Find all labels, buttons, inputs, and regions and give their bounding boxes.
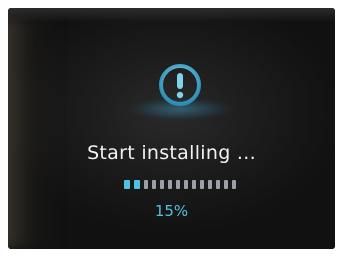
- screen-glare-top: [8, 8, 335, 22]
- progress-segment-empty: [144, 180, 148, 189]
- install-status-title: Start installing ...: [87, 142, 256, 164]
- progress-segment-empty: [224, 180, 228, 189]
- progress-segment-empty: [176, 180, 180, 189]
- exclamation-circle-icon: [158, 63, 202, 107]
- progress-segment-filled: [134, 180, 140, 189]
- progress-segment-empty: [168, 180, 172, 189]
- install-progress-bar: [124, 180, 236, 189]
- progress-segment-empty: [208, 180, 212, 189]
- device-screen-frame: Start installing ... 15%: [8, 8, 335, 249]
- progress-segment-empty: [232, 180, 236, 189]
- progress-segment-empty: [200, 180, 204, 189]
- device-screen: Start installing ... 15%: [8, 8, 335, 249]
- progress-segment-empty: [152, 180, 156, 189]
- progress-segment-empty: [216, 180, 220, 189]
- install-progress-percent: 15%: [154, 202, 189, 220]
- progress-segment-empty: [192, 180, 196, 189]
- progress-segment-empty: [184, 180, 188, 189]
- progress-segment-empty: [160, 180, 164, 189]
- progress-segment-filled: [124, 180, 130, 189]
